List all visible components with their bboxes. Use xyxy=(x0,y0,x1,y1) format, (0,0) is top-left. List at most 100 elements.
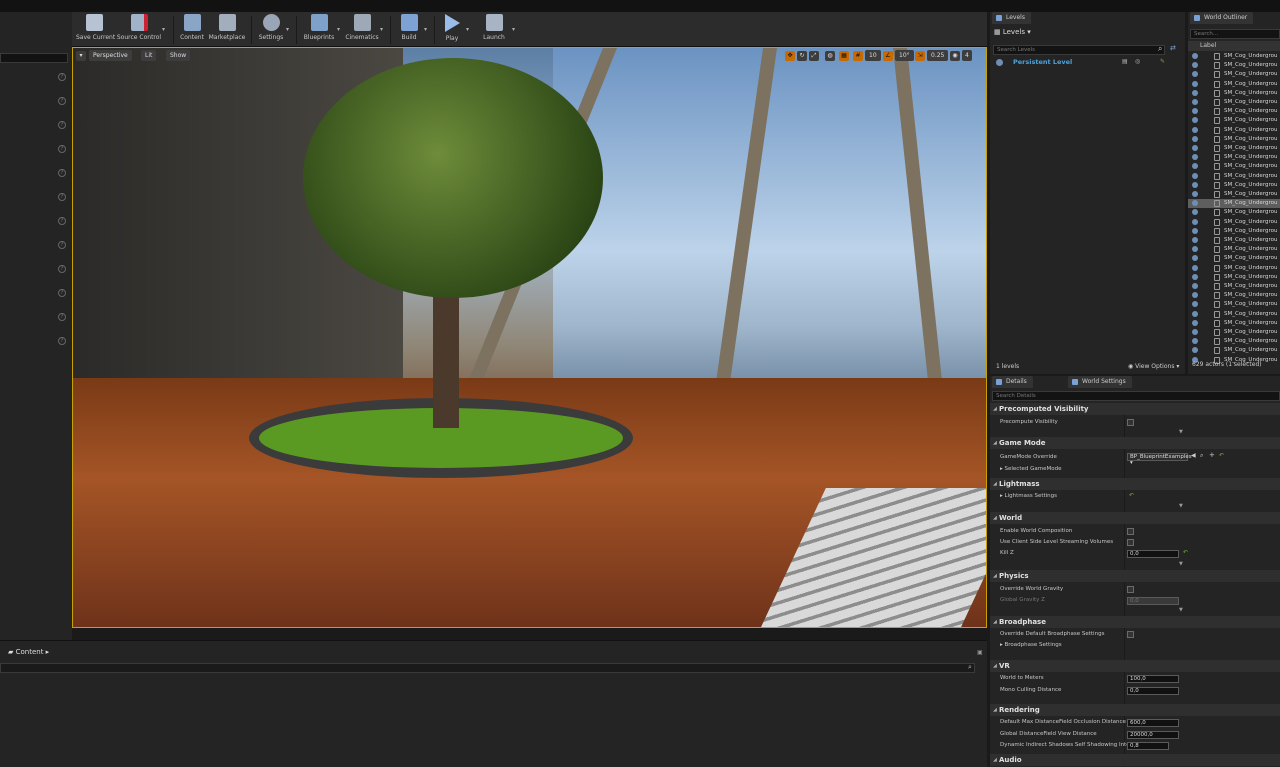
help-icon[interactable]: ? xyxy=(58,121,66,129)
table-row[interactable]: SM_Cog_Undergrou xyxy=(1188,98,1280,107)
eye-icon[interactable] xyxy=(1192,264,1198,271)
rotate-mode-icon[interactable]: ↻ xyxy=(797,51,807,61)
world-space-icon[interactable]: ◍ xyxy=(825,51,835,61)
table-row[interactable]: SM_Cog_Undergrou xyxy=(1188,107,1280,116)
scale-snap-value[interactable]: 0.25 xyxy=(927,50,949,61)
eye-icon[interactable] xyxy=(1192,292,1198,299)
add-level-icon[interactable]: ⇄ xyxy=(1170,44,1176,52)
category-broadphase[interactable]: ◢ Broadphase xyxy=(990,616,1280,628)
eye-icon[interactable] xyxy=(1192,89,1198,96)
table-row[interactable]: SM_Cog_Undergrou xyxy=(1188,328,1280,337)
category-precomputed-visibility[interactable]: ◢ Precomputed Visibility xyxy=(990,403,1280,415)
lock-icon[interactable]: ▣ xyxy=(977,649,983,656)
search-icon[interactable]: ⌕ xyxy=(968,663,972,672)
world-to-meters-input[interactable]: 100,0 xyxy=(1127,675,1179,683)
category-world[interactable]: ◢ World xyxy=(990,512,1280,524)
table-row[interactable]: SM_Cog_Undergrou xyxy=(1188,264,1280,273)
help-icon[interactable]: ? xyxy=(58,337,66,345)
blueprints-button[interactable]: Blueprints xyxy=(301,14,337,46)
tab-world-settings[interactable]: World Settings xyxy=(1068,376,1132,388)
eye-icon[interactable] xyxy=(1192,163,1198,170)
tab-world-outliner[interactable]: World Outliner xyxy=(1190,12,1254,24)
rotation-snap-icon[interactable]: ∠ xyxy=(883,51,893,61)
eye-icon[interactable] xyxy=(1192,172,1198,179)
eye-icon[interactable] xyxy=(1192,135,1198,142)
eye-icon[interactable] xyxy=(1192,319,1198,326)
select-mode-icon[interactable]: ✥ xyxy=(785,51,795,61)
precompute-visibility-checkbox[interactable] xyxy=(1127,419,1134,426)
override-broadphase-checkbox[interactable] xyxy=(1127,631,1134,638)
table-row[interactable]: SM_Cog_Undergrou xyxy=(1188,236,1280,245)
eye-icon[interactable] xyxy=(1192,209,1198,216)
advanced-expand-icon[interactable]: ▼ xyxy=(1179,429,1183,435)
marketplace-button[interactable]: Marketplace xyxy=(208,14,246,46)
help-icon[interactable]: ? xyxy=(58,193,66,201)
table-row[interactable]: SM_Cog_Undergrou xyxy=(1188,310,1280,319)
help-icon[interactable]: ? xyxy=(58,145,66,153)
perspective-button[interactable]: Perspective xyxy=(89,50,132,61)
table-row[interactable]: SM_Cog_Undergrou xyxy=(1188,346,1280,355)
settings-button[interactable]: Settings xyxy=(256,14,286,46)
table-row[interactable]: SM_Cog_Undergrou xyxy=(1188,144,1280,153)
mono-culling-input[interactable]: 0,0 xyxy=(1127,687,1179,695)
help-icon[interactable]: ? xyxy=(58,217,66,225)
launch-button[interactable]: Launch xyxy=(478,14,510,46)
eye-icon[interactable] xyxy=(1192,255,1198,262)
lit-button[interactable]: Lit xyxy=(141,50,157,61)
eye-icon[interactable] xyxy=(1192,301,1198,308)
eye-icon[interactable] xyxy=(1192,71,1198,78)
tab-levels[interactable]: Levels xyxy=(992,12,1031,24)
play-button[interactable]: Play xyxy=(440,14,464,46)
chevron-down-icon[interactable]: ▾ xyxy=(286,26,289,33)
dynamic-indirect-input[interactable]: 0,8 xyxy=(1127,742,1169,750)
table-row[interactable]: SM_Cog_Undergrou xyxy=(1188,116,1280,125)
category-audio[interactable]: ◢ Audio xyxy=(990,754,1280,766)
table-row[interactable]: SM_Cog_Undergrou xyxy=(1188,245,1280,254)
chevron-down-icon[interactable]: ▾ xyxy=(466,26,469,33)
build-button[interactable]: Build xyxy=(396,14,422,46)
table-row[interactable]: SM_Cog_Undergrou xyxy=(1188,162,1280,171)
help-icon[interactable]: ? xyxy=(58,97,66,105)
eye-icon[interactable] xyxy=(1192,347,1198,354)
table-row[interactable]: SM_Cog_Undergrou xyxy=(1188,319,1280,328)
help-icon[interactable]: ? xyxy=(58,73,66,81)
chevron-down-icon[interactable]: ▾ xyxy=(424,26,427,33)
category-lightmass[interactable]: ◢ Lightmass xyxy=(990,478,1280,490)
table-row[interactable]: SM_Cog_Undergrou xyxy=(1188,254,1280,263)
table-row[interactable]: SM_Cog_Undergrou xyxy=(1188,199,1280,209)
table-row[interactable]: SM_Cog_Undergrou xyxy=(1188,52,1280,61)
table-row[interactable]: SM_Cog_Undergrou xyxy=(1188,273,1280,282)
table-row[interactable]: SM_Cog_Undergrou xyxy=(1188,300,1280,309)
global-gravity-input[interactable]: 0,0 xyxy=(1127,597,1179,605)
client-side-streaming-checkbox[interactable] xyxy=(1127,539,1134,546)
outliner-search-input[interactable]: Search... xyxy=(1190,29,1280,39)
eye-icon[interactable] xyxy=(1192,218,1198,225)
eye-icon[interactable] xyxy=(1192,338,1198,345)
table-row[interactable]: SM_Cog_Undergrou xyxy=(1188,190,1280,199)
eye-icon[interactable] xyxy=(1192,117,1198,124)
eye-icon[interactable] xyxy=(1192,200,1198,207)
cinematics-button[interactable]: Cinematics xyxy=(344,14,380,46)
advanced-expand-icon[interactable]: ▼ xyxy=(1179,561,1183,567)
table-row[interactable]: SM_Cog_Undergrou xyxy=(1188,172,1280,181)
eye-icon[interactable] xyxy=(1192,145,1198,151)
eye-icon[interactable] xyxy=(1192,154,1198,161)
column-header-label[interactable]: Label xyxy=(1188,41,1280,51)
eye-icon[interactable] xyxy=(1192,246,1198,253)
help-icon[interactable]: ? xyxy=(58,289,66,297)
rotation-snap-value[interactable]: 10° xyxy=(895,50,914,61)
eye-icon[interactable] xyxy=(1192,283,1198,289)
view-options-button[interactable]: ◉ View Options ▾ xyxy=(1128,363,1179,370)
reset-arrow-icon[interactable]: ↶ xyxy=(1129,492,1134,499)
eye-icon[interactable] xyxy=(1192,227,1198,234)
scale-mode-icon[interactable]: ⤢ xyxy=(809,51,819,61)
table-row[interactable]: SM_Cog_Undergrou xyxy=(1188,153,1280,162)
eye-icon[interactable] xyxy=(1192,310,1198,317)
chevron-down-icon[interactable]: ▾ xyxy=(162,26,165,33)
grid-snap-value[interactable]: 10 xyxy=(865,50,881,61)
eye-icon[interactable] xyxy=(996,59,1003,66)
table-row[interactable]: SM_Cog_Undergrou xyxy=(1188,181,1280,190)
default-max-df-input[interactable]: 600,0 xyxy=(1127,719,1179,727)
eye-icon[interactable] xyxy=(1192,108,1198,115)
save-icon[interactable]: ▤ xyxy=(1122,58,1128,65)
